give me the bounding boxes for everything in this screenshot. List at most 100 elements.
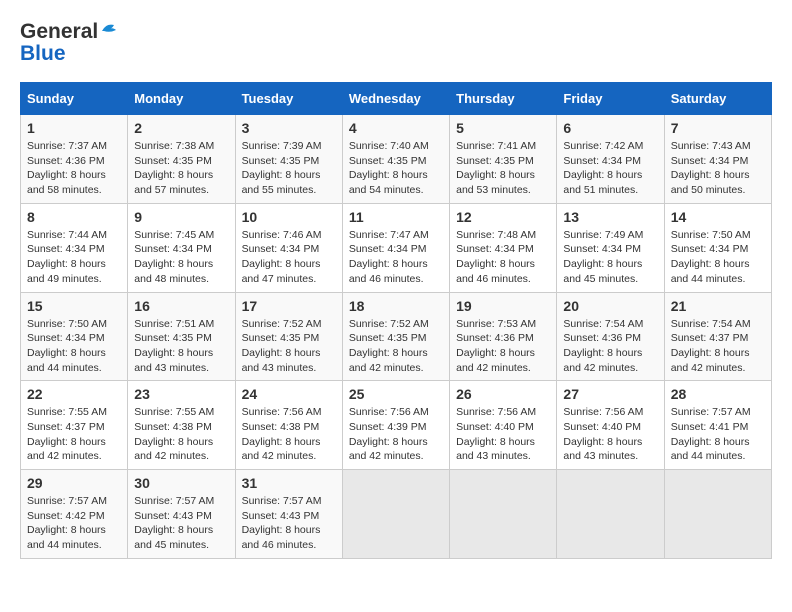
bird-icon (100, 21, 122, 39)
day-number: 25 (349, 386, 443, 402)
calendar-cell: 8 Sunrise: 7:44 AM Sunset: 4:34 PM Dayli… (21, 203, 128, 292)
day-number: 13 (563, 209, 657, 225)
day-number: 2 (134, 120, 228, 136)
day-number: 27 (563, 386, 657, 402)
calendar-cell: 1 Sunrise: 7:37 AM Sunset: 4:36 PM Dayli… (21, 115, 128, 204)
day-info: Sunrise: 7:56 AM Sunset: 4:40 PM Dayligh… (456, 405, 550, 464)
day-number: 24 (242, 386, 336, 402)
day-number: 9 (134, 209, 228, 225)
day-info: Sunrise: 7:40 AM Sunset: 4:35 PM Dayligh… (349, 139, 443, 198)
day-info: Sunrise: 7:52 AM Sunset: 4:35 PM Dayligh… (242, 317, 336, 376)
calendar-cell: 17 Sunrise: 7:52 AM Sunset: 4:35 PM Dayl… (235, 292, 342, 381)
day-number: 19 (456, 298, 550, 314)
calendar-week-5: 29 Sunrise: 7:57 AM Sunset: 4:42 PM Dayl… (21, 470, 772, 559)
calendar-cell: 25 Sunrise: 7:56 AM Sunset: 4:39 PM Dayl… (342, 381, 449, 470)
day-number: 22 (27, 386, 121, 402)
day-number: 6 (563, 120, 657, 136)
calendar-cell: 23 Sunrise: 7:55 AM Sunset: 4:38 PM Dayl… (128, 381, 235, 470)
day-number: 16 (134, 298, 228, 314)
calendar-cell: 10 Sunrise: 7:46 AM Sunset: 4:34 PM Dayl… (235, 203, 342, 292)
day-number: 4 (349, 120, 443, 136)
day-info: Sunrise: 7:43 AM Sunset: 4:34 PM Dayligh… (671, 139, 765, 198)
day-number: 28 (671, 386, 765, 402)
day-number: 30 (134, 475, 228, 491)
calendar-cell: 7 Sunrise: 7:43 AM Sunset: 4:34 PM Dayli… (664, 115, 771, 204)
calendar-cell: 30 Sunrise: 7:57 AM Sunset: 4:43 PM Dayl… (128, 470, 235, 559)
day-number: 1 (27, 120, 121, 136)
calendar-cell (664, 470, 771, 559)
calendar-cell: 2 Sunrise: 7:38 AM Sunset: 4:35 PM Dayli… (128, 115, 235, 204)
calendar-cell: 29 Sunrise: 7:57 AM Sunset: 4:42 PM Dayl… (21, 470, 128, 559)
calendar-cell: 15 Sunrise: 7:50 AM Sunset: 4:34 PM Dayl… (21, 292, 128, 381)
day-info: Sunrise: 7:55 AM Sunset: 4:37 PM Dayligh… (27, 405, 121, 464)
calendar-cell: 16 Sunrise: 7:51 AM Sunset: 4:35 PM Dayl… (128, 292, 235, 381)
page-header: General Blue (20, 20, 772, 66)
day-number: 21 (671, 298, 765, 314)
calendar-cell (342, 470, 449, 559)
day-number: 7 (671, 120, 765, 136)
calendar-table: SundayMondayTuesdayWednesdayThursdayFrid… (20, 82, 772, 559)
day-info: Sunrise: 7:55 AM Sunset: 4:38 PM Dayligh… (134, 405, 228, 464)
day-info: Sunrise: 7:51 AM Sunset: 4:35 PM Dayligh… (134, 317, 228, 376)
day-info: Sunrise: 7:56 AM Sunset: 4:40 PM Dayligh… (563, 405, 657, 464)
day-info: Sunrise: 7:57 AM Sunset: 4:43 PM Dayligh… (134, 494, 228, 553)
day-info: Sunrise: 7:54 AM Sunset: 4:36 PM Dayligh… (563, 317, 657, 376)
day-info: Sunrise: 7:37 AM Sunset: 4:36 PM Dayligh… (27, 139, 121, 198)
day-number: 5 (456, 120, 550, 136)
day-number: 3 (242, 120, 336, 136)
day-number: 20 (563, 298, 657, 314)
day-info: Sunrise: 7:44 AM Sunset: 4:34 PM Dayligh… (27, 228, 121, 287)
calendar-cell: 24 Sunrise: 7:56 AM Sunset: 4:38 PM Dayl… (235, 381, 342, 470)
calendar-cell: 4 Sunrise: 7:40 AM Sunset: 4:35 PM Dayli… (342, 115, 449, 204)
calendar-week-2: 8 Sunrise: 7:44 AM Sunset: 4:34 PM Dayli… (21, 203, 772, 292)
day-info: Sunrise: 7:53 AM Sunset: 4:36 PM Dayligh… (456, 317, 550, 376)
calendar-week-1: 1 Sunrise: 7:37 AM Sunset: 4:36 PM Dayli… (21, 115, 772, 204)
calendar-cell: 19 Sunrise: 7:53 AM Sunset: 4:36 PM Dayl… (450, 292, 557, 381)
calendar-cell: 26 Sunrise: 7:56 AM Sunset: 4:40 PM Dayl… (450, 381, 557, 470)
day-info: Sunrise: 7:39 AM Sunset: 4:35 PM Dayligh… (242, 139, 336, 198)
day-info: Sunrise: 7:57 AM Sunset: 4:42 PM Dayligh… (27, 494, 121, 553)
day-info: Sunrise: 7:38 AM Sunset: 4:35 PM Dayligh… (134, 139, 228, 198)
day-info: Sunrise: 7:49 AM Sunset: 4:34 PM Dayligh… (563, 228, 657, 287)
day-number: 18 (349, 298, 443, 314)
col-header-thursday: Thursday (450, 83, 557, 115)
col-header-friday: Friday (557, 83, 664, 115)
day-number: 12 (456, 209, 550, 225)
col-header-tuesday: Tuesday (235, 83, 342, 115)
calendar-cell: 9 Sunrise: 7:45 AM Sunset: 4:34 PM Dayli… (128, 203, 235, 292)
day-number: 11 (349, 209, 443, 225)
day-info: Sunrise: 7:57 AM Sunset: 4:43 PM Dayligh… (242, 494, 336, 553)
day-info: Sunrise: 7:56 AM Sunset: 4:38 PM Dayligh… (242, 405, 336, 464)
calendar-cell: 6 Sunrise: 7:42 AM Sunset: 4:34 PM Dayli… (557, 115, 664, 204)
day-number: 15 (27, 298, 121, 314)
day-number: 17 (242, 298, 336, 314)
day-info: Sunrise: 7:50 AM Sunset: 4:34 PM Dayligh… (27, 317, 121, 376)
day-number: 14 (671, 209, 765, 225)
day-info: Sunrise: 7:56 AM Sunset: 4:39 PM Dayligh… (349, 405, 443, 464)
calendar-cell: 14 Sunrise: 7:50 AM Sunset: 4:34 PM Dayl… (664, 203, 771, 292)
day-number: 8 (27, 209, 121, 225)
day-number: 29 (27, 475, 121, 491)
day-info: Sunrise: 7:42 AM Sunset: 4:34 PM Dayligh… (563, 139, 657, 198)
day-info: Sunrise: 7:57 AM Sunset: 4:41 PM Dayligh… (671, 405, 765, 464)
day-info: Sunrise: 7:41 AM Sunset: 4:35 PM Dayligh… (456, 139, 550, 198)
calendar-cell: 13 Sunrise: 7:49 AM Sunset: 4:34 PM Dayl… (557, 203, 664, 292)
day-info: Sunrise: 7:48 AM Sunset: 4:34 PM Dayligh… (456, 228, 550, 287)
calendar-cell (450, 470, 557, 559)
col-header-saturday: Saturday (664, 83, 771, 115)
calendar-week-3: 15 Sunrise: 7:50 AM Sunset: 4:34 PM Dayl… (21, 292, 772, 381)
col-header-wednesday: Wednesday (342, 83, 449, 115)
day-info: Sunrise: 7:46 AM Sunset: 4:34 PM Dayligh… (242, 228, 336, 287)
calendar-cell (557, 470, 664, 559)
day-info: Sunrise: 7:52 AM Sunset: 4:35 PM Dayligh… (349, 317, 443, 376)
calendar-cell: 31 Sunrise: 7:57 AM Sunset: 4:43 PM Dayl… (235, 470, 342, 559)
calendar-cell: 27 Sunrise: 7:56 AM Sunset: 4:40 PM Dayl… (557, 381, 664, 470)
calendar-week-4: 22 Sunrise: 7:55 AM Sunset: 4:37 PM Dayl… (21, 381, 772, 470)
col-header-monday: Monday (128, 83, 235, 115)
calendar-cell: 20 Sunrise: 7:54 AM Sunset: 4:36 PM Dayl… (557, 292, 664, 381)
day-number: 31 (242, 475, 336, 491)
calendar-header-row: SundayMondayTuesdayWednesdayThursdayFrid… (21, 83, 772, 115)
calendar-cell: 18 Sunrise: 7:52 AM Sunset: 4:35 PM Dayl… (342, 292, 449, 381)
day-info: Sunrise: 7:54 AM Sunset: 4:37 PM Dayligh… (671, 317, 765, 376)
calendar-cell: 21 Sunrise: 7:54 AM Sunset: 4:37 PM Dayl… (664, 292, 771, 381)
